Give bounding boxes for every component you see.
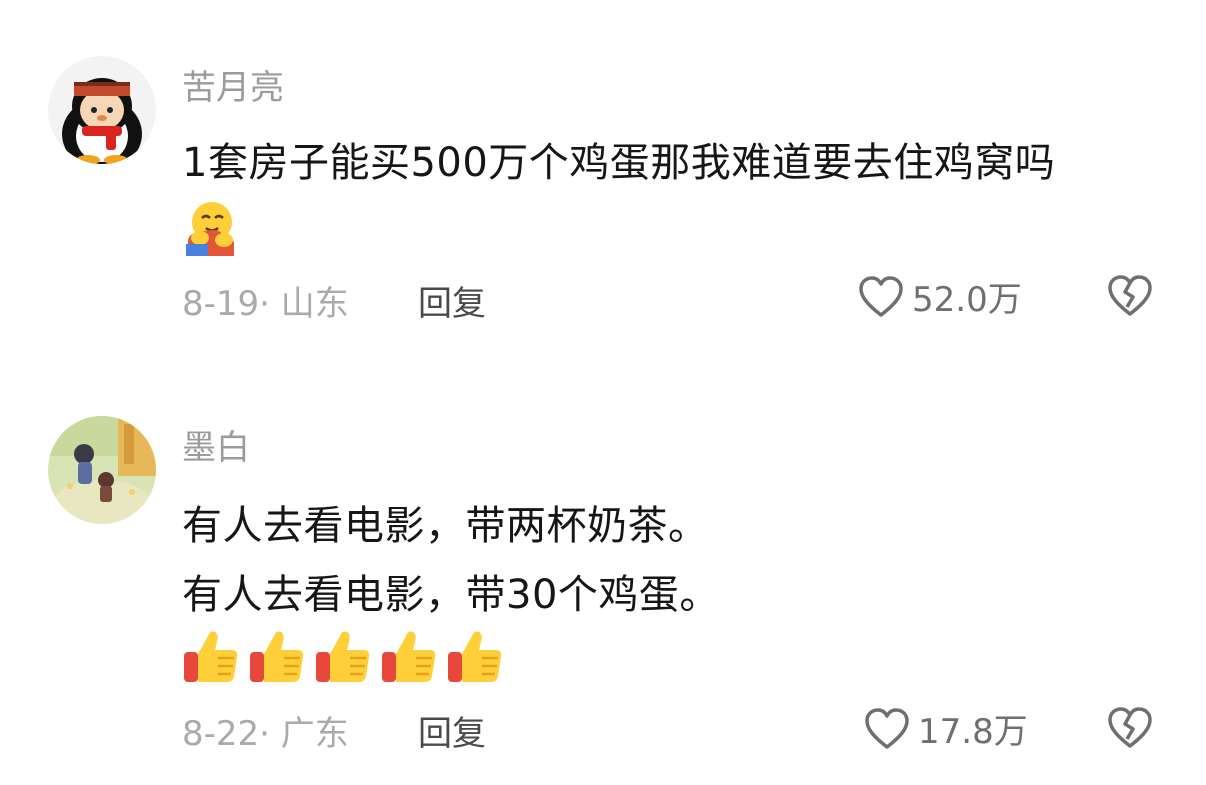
thumbs-up-emoji (448, 631, 502, 682)
anime-scene-avatar-icon (48, 416, 156, 524)
user-avatar[interactable] (48, 416, 156, 524)
comment-text: 有人去看电影，带30个鸡蛋。 (182, 572, 720, 618)
thumbs-up-emoji (250, 631, 304, 682)
emoji-row (182, 626, 506, 686)
dislike-button[interactable] (1106, 706, 1154, 754)
like-button[interactable]: 17.8万 (864, 704, 1028, 753)
broken-heart-icon (1108, 707, 1152, 748)
heart-icon (865, 707, 909, 749)
thumbs-up-emoji (382, 631, 436, 682)
like-count: 17.8万 (918, 712, 1028, 752)
thumbs-up-emoji (316, 631, 370, 682)
comment-meta: 8-22· 广东 (182, 714, 349, 754)
thumbs-up-emoji (184, 631, 238, 682)
comment-item: 墨白 有人去看电影，带两杯奶茶。 有人去看电影，带30个鸡蛋。 8-22· 广东… (0, 0, 1206, 785)
reply-button[interactable]: 回复 (418, 706, 486, 755)
comment-text: 有人去看电影，带两杯奶茶。 (182, 503, 709, 549)
username[interactable]: 墨白 (182, 420, 250, 469)
